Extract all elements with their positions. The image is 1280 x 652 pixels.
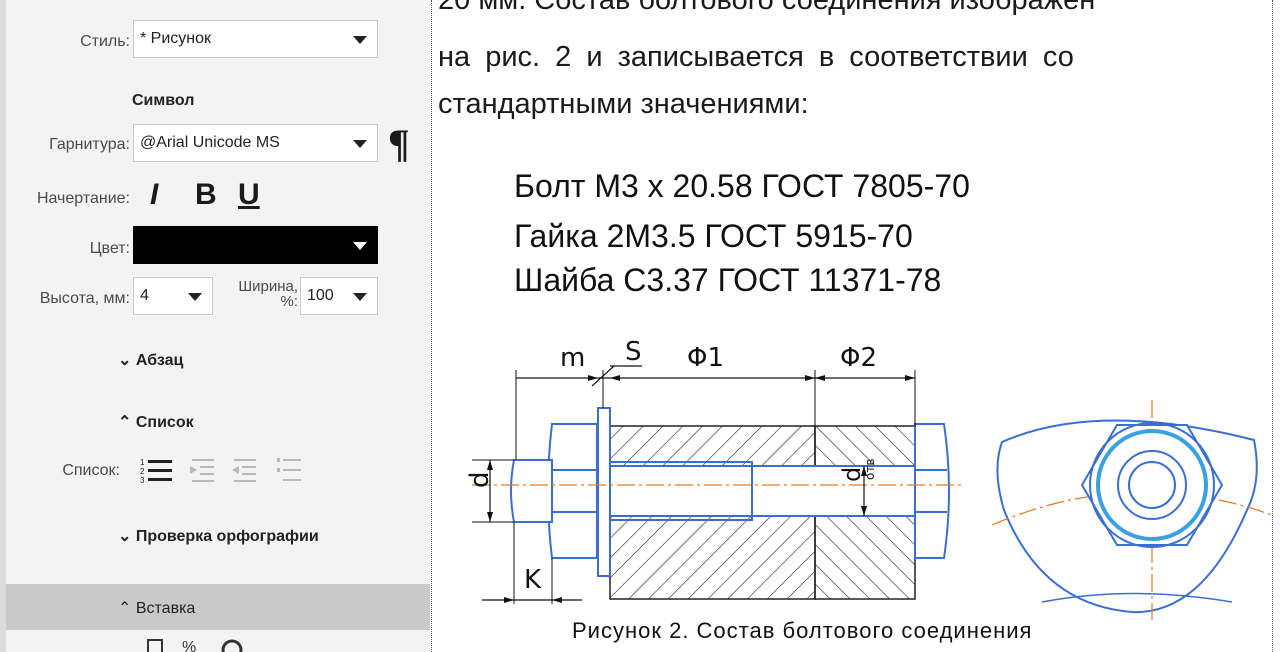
style-label: Стиль: [80,33,130,50]
spellcheck-section-label: Проверка орфографии [135,528,319,545]
width-select[interactable]: 100 [300,277,378,315]
paragraph-line-1: на рис. 2 и записывается в соответствии … [438,41,1074,73]
list-section[interactable]: ⌃ Список [118,412,194,432]
paragraph-section-label: Абзац [135,352,184,369]
paragraph-line-top: 20 мм. Состав болтового соединения изобр… [438,0,1096,16]
increase-indent-icon[interactable] [188,456,218,486]
insert-section-label: Вставка [135,600,196,617]
symbol-section-header: Символ [132,92,195,109]
dim-phi1: Φ1 [687,343,724,373]
paragraph-section[interactable]: ⌄ Абзац [118,350,183,370]
bolt-thread-end [510,459,553,523]
bolt-assembly-drawing: m S Φ1 Φ2 d d отв K [465,337,1273,620]
italic-button[interactable]: I [150,178,158,212]
dim-k: K [524,565,542,595]
decrease-indent-icon[interactable] [230,456,260,486]
nut-section [914,423,950,559]
numbered-list-icon[interactable]: 1 2 3 [140,456,176,486]
figure-caption: Рисунок 2. Состав болтового соединения [572,618,1033,643]
chevron-down-icon [353,242,367,250]
pilcrow-button[interactable]: ¶ [388,120,410,167]
spec-bolt: Болт М3 x 20.58 ГОСТ 7805-70 [514,168,970,204]
bold-button[interactable]: B [195,178,217,212]
document-page[interactable]: 20 мм. Состав болтового соединения изобр… [432,0,1280,652]
spellcheck-section[interactable]: ⌄ Проверка орфографии [118,526,319,546]
paragraph-line-2: стандартными значениями: [438,88,809,120]
insert-formula-icon: % [182,639,196,652]
dim-d-otv: d [838,467,866,482]
dim-m: m [560,343,585,373]
spec-nut: Гайка 2М3.5 ГОСТ 5915-70 [514,218,913,254]
chevron-down-icon: ⌄ [118,352,132,369]
list-label: Список: [62,462,120,479]
plate-2-bottom [814,515,916,600]
height-label: Высота, мм: [39,290,130,307]
plate-1-top [609,425,816,467]
chevron-up-icon: ⌃ [118,414,132,431]
style-select[interactable]: * Рисунок [133,20,378,58]
color-select[interactable] [133,226,378,264]
weight-label: Начертание: [36,190,130,207]
width-label: Ширина, %: [238,278,298,310]
insert-table-icon [147,639,163,652]
height-select[interactable]: 4 [133,277,213,315]
insert-section-header[interactable]: ⌃ Вставка [6,584,430,630]
svg-text:1: 1 [140,458,145,467]
chevron-down-icon [188,293,202,301]
dim-s: S [625,337,642,367]
washer-section [597,407,611,577]
svg-text:3: 3 [140,476,145,485]
color-label: Цвет: [89,240,130,257]
font-label: Гарнитура: [49,136,130,153]
dim-phi2: Φ2 [840,343,877,373]
bolt-head [547,423,598,559]
dim-otv-subscript: отв [863,459,877,480]
list-section-label: Список [135,414,194,431]
spec-washer: Шайба С3.37 ГОСТ 11371-78 [514,262,942,298]
chevron-down-icon [353,140,367,148]
width-select-value: 100 [307,287,334,304]
style-select-value: * Рисунок [140,30,212,47]
height-select-value: 4 [140,287,149,304]
font-select-value: @Arial Unicode MS [140,134,280,151]
chevron-down-icon: ⌄ [118,528,132,545]
font-select[interactable]: @Arial Unicode MS [133,124,378,162]
svg-text:2: 2 [140,467,145,476]
chevron-up-icon: ⌃ [118,600,132,617]
insert-icons-row: % [147,639,243,652]
panel-scroll-track[interactable] [0,0,6,652]
dim-d: d [465,471,495,488]
chevron-down-icon [353,293,367,301]
insert-section: ⌃ Вставка [118,598,195,618]
underline-button[interactable]: U [238,178,260,212]
insert-symbol-icon [221,639,243,652]
formatting-panel: Стиль: * Рисунок Символ Гарнитура: @Aria… [0,0,430,652]
multilevel-list-icon[interactable] [275,456,305,486]
chevron-down-icon [353,36,367,44]
plate-1-bottom [609,515,816,600]
